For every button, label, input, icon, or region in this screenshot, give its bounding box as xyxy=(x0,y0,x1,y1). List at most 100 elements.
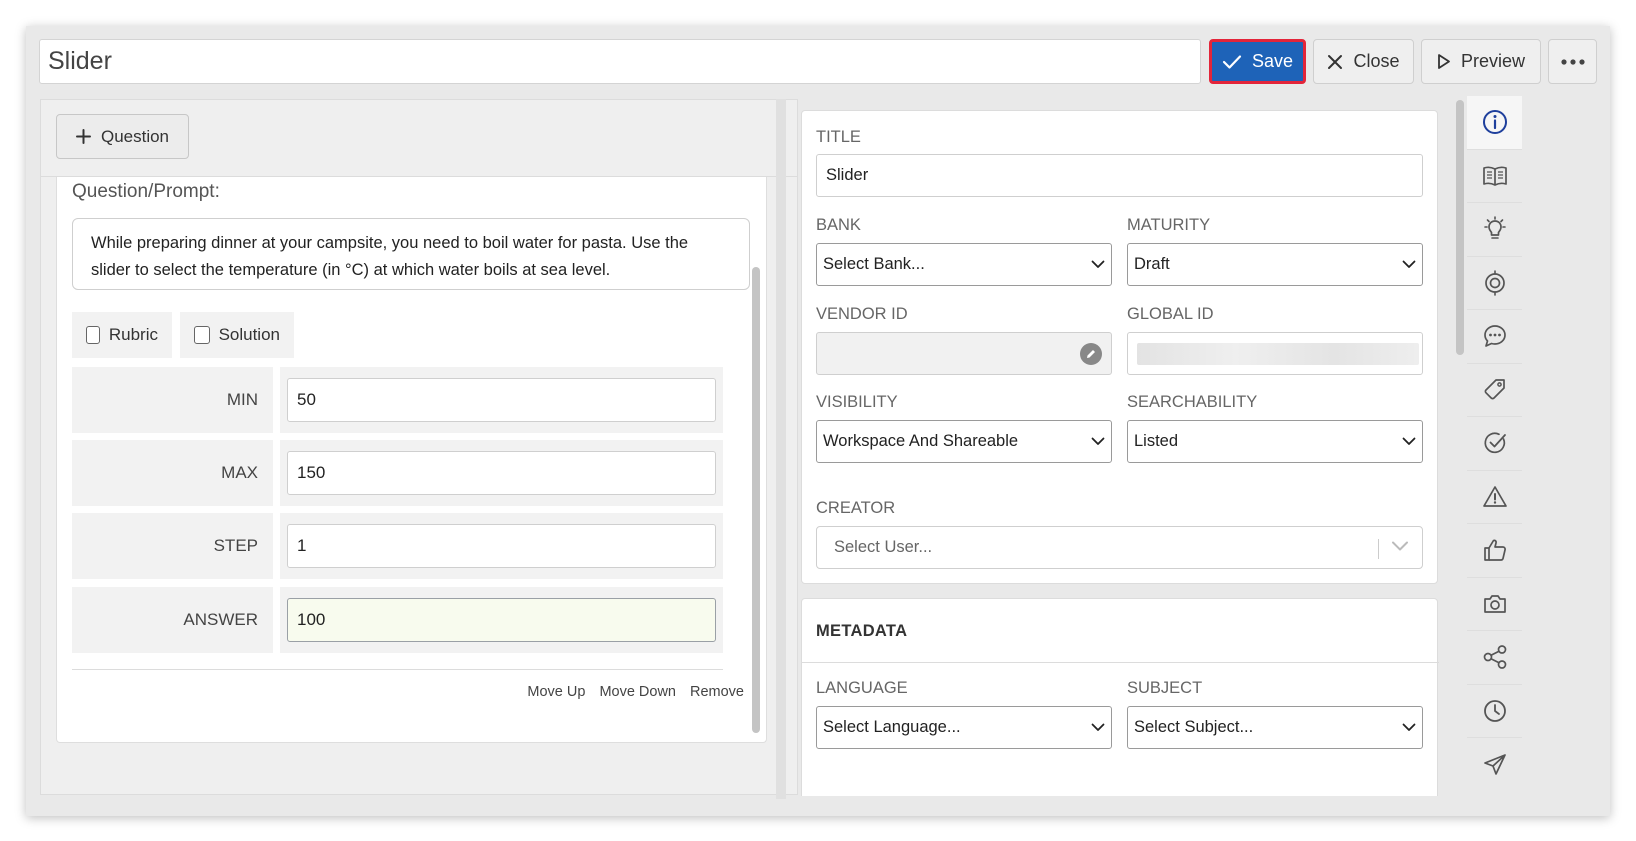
play-icon xyxy=(1438,54,1450,69)
left-scrollbar[interactable] xyxy=(752,267,760,733)
solution-checkbox[interactable] xyxy=(194,326,210,344)
creator-select[interactable]: Select User... xyxy=(816,526,1423,569)
chevron-down-icon xyxy=(1091,723,1105,731)
move-up-link[interactable]: Move Up xyxy=(527,684,585,700)
visibility-label: VISIBILITY xyxy=(816,393,898,411)
preview-button[interactable]: Preview xyxy=(1421,39,1541,84)
save-button-label: Save xyxy=(1251,51,1294,71)
thumbs-up-icon xyxy=(1483,539,1506,562)
answer-label: ANSWER xyxy=(72,587,273,653)
editor-window: Save Close Preview Question Question/Pro… xyxy=(26,26,1610,816)
language-select[interactable]: Select Language... xyxy=(816,706,1112,749)
more-icon xyxy=(1560,58,1585,65)
step-field-cell xyxy=(280,513,723,579)
answer-input[interactable] xyxy=(287,598,716,642)
close-button-label: Close xyxy=(1353,51,1400,71)
right-scrollbar[interactable] xyxy=(1456,100,1464,355)
reference-tab[interactable] xyxy=(1467,150,1522,203)
properties-panel: TITLE Slider BANK Select Bank... MATURIT… xyxy=(788,96,1456,796)
chevron-down-icon xyxy=(1091,260,1105,268)
chevron-down-icon xyxy=(1392,541,1408,551)
maturity-select[interactable]: Draft xyxy=(1127,243,1423,286)
close-button[interactable]: Close xyxy=(1313,39,1414,84)
metadata-card: METADATA LANGUAGE Select Language... SUB… xyxy=(801,598,1439,796)
media-tab[interactable] xyxy=(1467,578,1522,631)
close-icon xyxy=(1328,54,1343,69)
question-card: Question/Prompt: While preparing dinner … xyxy=(56,177,767,743)
answer-field-cell xyxy=(280,587,723,653)
step-label: STEP xyxy=(72,513,273,579)
more-options-button[interactable] xyxy=(1548,39,1597,84)
min-input[interactable] xyxy=(287,378,716,422)
warning-icon xyxy=(1482,485,1507,507)
searchability-select[interactable]: Listed xyxy=(1127,420,1423,463)
feedback-tab[interactable] xyxy=(1467,524,1522,578)
creator-label: CREATOR xyxy=(816,499,896,517)
history-tab[interactable] xyxy=(1467,685,1522,738)
searchability-label: SEARCHABILITY xyxy=(1127,393,1258,411)
bank-select-value: Select Bank... xyxy=(823,255,925,273)
solution-label: Solution xyxy=(218,325,280,344)
edit-vendor-id-button[interactable] xyxy=(1080,343,1102,365)
item-title-input[interactable] xyxy=(39,39,1201,84)
question-editor-panel: Question Question/Prompt: While preparin… xyxy=(40,99,798,795)
chevron-down-icon xyxy=(1402,437,1416,445)
bank-label: BANK xyxy=(816,216,861,234)
clock-icon xyxy=(1483,699,1506,722)
max-label: MAX xyxy=(72,440,273,506)
rubric-checkbox[interactable] xyxy=(86,326,100,344)
send-icon xyxy=(1483,753,1506,775)
objectives-tab[interactable] xyxy=(1467,257,1522,310)
subject-select[interactable]: Select Subject... xyxy=(1127,706,1423,749)
global-id-field xyxy=(1127,332,1423,375)
share-tab[interactable] xyxy=(1467,631,1522,685)
panel-splitter[interactable] xyxy=(776,99,786,799)
move-down-link[interactable]: Move Down xyxy=(599,684,676,700)
chevron-down-icon xyxy=(1402,260,1416,268)
step-input[interactable] xyxy=(287,524,716,568)
hints-tab[interactable] xyxy=(1467,203,1522,257)
save-button[interactable]: Save xyxy=(1209,39,1306,84)
max-field-cell xyxy=(280,440,723,506)
comment-icon xyxy=(1483,325,1506,348)
min-field-cell xyxy=(280,367,723,433)
publish-tab[interactable] xyxy=(1467,738,1522,792)
max-input[interactable] xyxy=(287,451,716,495)
visibility-select[interactable]: Workspace And Shareable xyxy=(816,420,1112,463)
prompt-textarea[interactable]: While preparing dinner at your campsite,… xyxy=(72,218,750,290)
lightbulb-icon xyxy=(1483,216,1506,240)
min-label: MIN xyxy=(72,367,273,433)
select-separator xyxy=(1378,539,1379,559)
title-field[interactable]: Slider xyxy=(816,154,1423,197)
language-label: LANGUAGE xyxy=(816,679,908,697)
add-question-label: Question xyxy=(100,126,170,146)
question-list-scroll: Question/Prompt: While preparing dinner … xyxy=(41,176,797,794)
check-circle-icon xyxy=(1483,432,1506,454)
searchability-select-value: Listed xyxy=(1134,432,1179,450)
chevron-down-icon xyxy=(1091,437,1105,445)
rubric-label: Rubric xyxy=(108,325,158,344)
rubric-toggle[interactable]: Rubric xyxy=(72,312,172,358)
info-icon xyxy=(1482,110,1507,135)
card-actions: Move Up Move Down Remove xyxy=(527,684,744,700)
solution-toggle[interactable]: Solution xyxy=(180,312,294,358)
tag-icon xyxy=(1484,378,1505,400)
title-label: TITLE xyxy=(816,128,861,146)
comments-tab[interactable] xyxy=(1467,310,1522,364)
issues-tab[interactable] xyxy=(1467,471,1522,524)
standards-tab[interactable] xyxy=(1467,417,1522,471)
maturity-select-value: Draft xyxy=(1134,255,1170,273)
target-icon xyxy=(1484,269,1505,296)
maturity-label: MATURITY xyxy=(1127,216,1211,234)
pencil-icon xyxy=(1087,350,1095,358)
tags-tab[interactable] xyxy=(1467,364,1522,417)
side-toolbar xyxy=(1467,96,1522,796)
max-row: MAX xyxy=(72,440,723,506)
bank-select[interactable]: Select Bank... xyxy=(816,243,1112,286)
add-question-button[interactable]: Question xyxy=(56,114,189,159)
info-tab[interactable] xyxy=(1467,96,1522,150)
vendor-id-field xyxy=(816,332,1112,375)
remove-link[interactable]: Remove xyxy=(690,684,744,700)
vendor-id-label: VENDOR ID xyxy=(816,305,908,323)
subject-select-value: Select Subject... xyxy=(1134,718,1254,736)
